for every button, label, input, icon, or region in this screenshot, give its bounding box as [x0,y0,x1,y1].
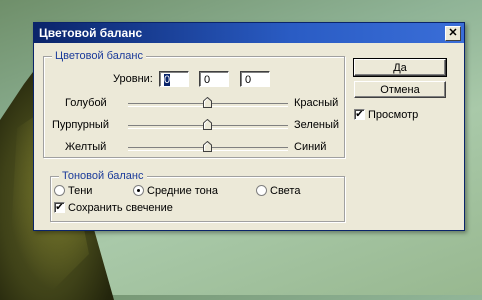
radio-midtones-selected-dot [137,189,140,192]
slider-red-label: Красный [294,97,339,109]
slider-magenta-label: Пурпурный [52,119,109,131]
radio-highlights-label[interactable]: Света [270,185,300,198]
cancel-button[interactable]: Отмена [354,81,446,98]
color-balance-group-label: Цветовой баланс [52,50,146,63]
slider-cyan-label: Голубой [65,97,107,109]
level-magenta-green-input[interactable]: 0 [199,71,229,87]
level-cyan-red-input[interactable]: 0 [159,71,189,87]
slider-yellow-label: Желтый [65,141,107,153]
color-balance-dialog: Цветовой баланс ✕ Цветовой баланс Уровни… [33,22,465,231]
radio-highlights[interactable] [256,185,267,196]
slider-blue-label: Синий [294,141,327,153]
check-icon: ✔ [55,202,64,213]
slider-magenta-green-thumb[interactable] [203,119,212,130]
color-balance-group: Цветовой баланс Уровни: 0 0 0 Голубой Кр… [43,50,345,158]
radio-midtones[interactable] [133,185,144,196]
preview-label[interactable]: Просмотр [368,109,418,122]
check-icon: ✔ [355,109,364,120]
tone-balance-group-label: Тоновой баланс [59,170,147,183]
preview-checkbox[interactable]: ✔ [354,109,365,120]
slider-green-label: Зеленый [294,119,340,131]
preserve-luminosity-label[interactable]: Сохранить свечение [68,202,173,215]
ok-button[interactable]: Да [353,58,447,77]
close-button[interactable]: ✕ [445,26,461,41]
slider-cyan-red-thumb[interactable] [203,97,212,108]
levels-label: Уровни: [113,73,153,85]
dialog-title: Цветовой баланс [39,26,143,40]
tone-balance-group: Тоновой баланс Тени Средние тона Света ✔… [50,170,345,222]
dialog-titlebar[interactable]: Цветовой баланс ✕ [34,23,464,43]
radio-shadows[interactable] [54,185,65,196]
slider-yellow-blue-thumb[interactable] [203,141,212,152]
close-icon: ✕ [448,27,458,39]
radio-shadows-label[interactable]: Тени [68,185,92,198]
preserve-luminosity-checkbox[interactable]: ✔ [54,202,65,213]
radio-midtones-label[interactable]: Средние тона [147,185,218,198]
level-yellow-blue-input[interactable]: 0 [240,71,270,87]
